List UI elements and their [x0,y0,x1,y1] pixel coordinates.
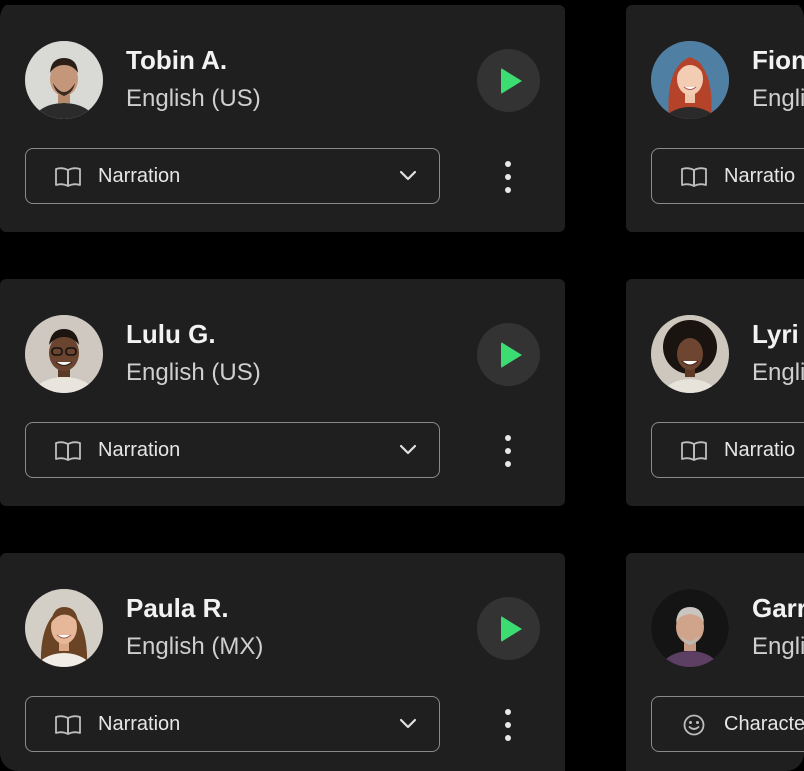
play-button[interactable] [477,597,540,660]
chevron-down-icon [399,718,417,729]
avatar [651,589,729,667]
voice-language: English (MX) [126,633,264,660]
avatar [25,589,103,667]
more-options-icon[interactable] [496,431,520,471]
voice-name: Paula R. [126,593,229,623]
category-select[interactable]: Narration [25,148,440,204]
voice-language: English (US) [126,359,261,386]
category-select[interactable]: Narration [25,696,440,752]
book-icon [55,167,81,187]
voice-card: Garr Engli Characte [626,553,804,771]
play-icon [501,68,522,94]
play-button[interactable] [477,49,540,112]
voice-card: Tobin A. English (US) Narration [0,5,565,232]
category-label: Narration [98,713,181,735]
play-icon [501,616,522,642]
voice-language: English (US) [126,85,261,112]
category-label: Characte [724,713,804,735]
avatar [651,315,729,393]
avatar [25,41,103,119]
voice-language: Engli [752,359,804,386]
category-select[interactable]: Narratio [651,422,804,478]
category-select[interactable]: Narratio [651,148,804,204]
category-select[interactable]: Characte [651,696,804,752]
smile-icon [683,714,705,736]
voice-name: Fion [752,45,804,75]
more-options-icon[interactable] [496,157,520,197]
voice-card: Lulu G. English (US) Narration [0,279,565,506]
more-options-icon[interactable] [496,705,520,745]
book-icon [55,441,81,461]
voice-language: Engli [752,85,804,112]
avatar [25,315,103,393]
voice-card: Lyri Engli Narratio [626,279,804,506]
voice-name: Lulu G. [126,319,216,349]
category-label: Narratio [724,165,796,187]
category-label: Narratio [724,439,796,461]
category-label: Narration [98,165,181,187]
avatar [651,41,729,119]
book-icon [55,715,81,735]
voice-card: Fion Engli Narratio [626,5,804,232]
voice-language: Engli [752,633,804,660]
chevron-down-icon [399,444,417,455]
voice-name: Tobin A. [126,45,228,75]
voice-library-grid: Tobin A. English (US) Narration Lulu G. … [0,0,804,771]
voice-name: Lyri [752,319,799,349]
category-select[interactable]: Narration [25,422,440,478]
book-icon [681,441,707,461]
voice-name: Garr [752,593,804,623]
play-button[interactable] [477,323,540,386]
book-icon [681,167,707,187]
category-label: Narration [98,439,181,461]
play-icon [501,342,522,368]
voice-card: Paula R. English (MX) Narration [0,553,565,771]
chevron-down-icon [399,170,417,181]
